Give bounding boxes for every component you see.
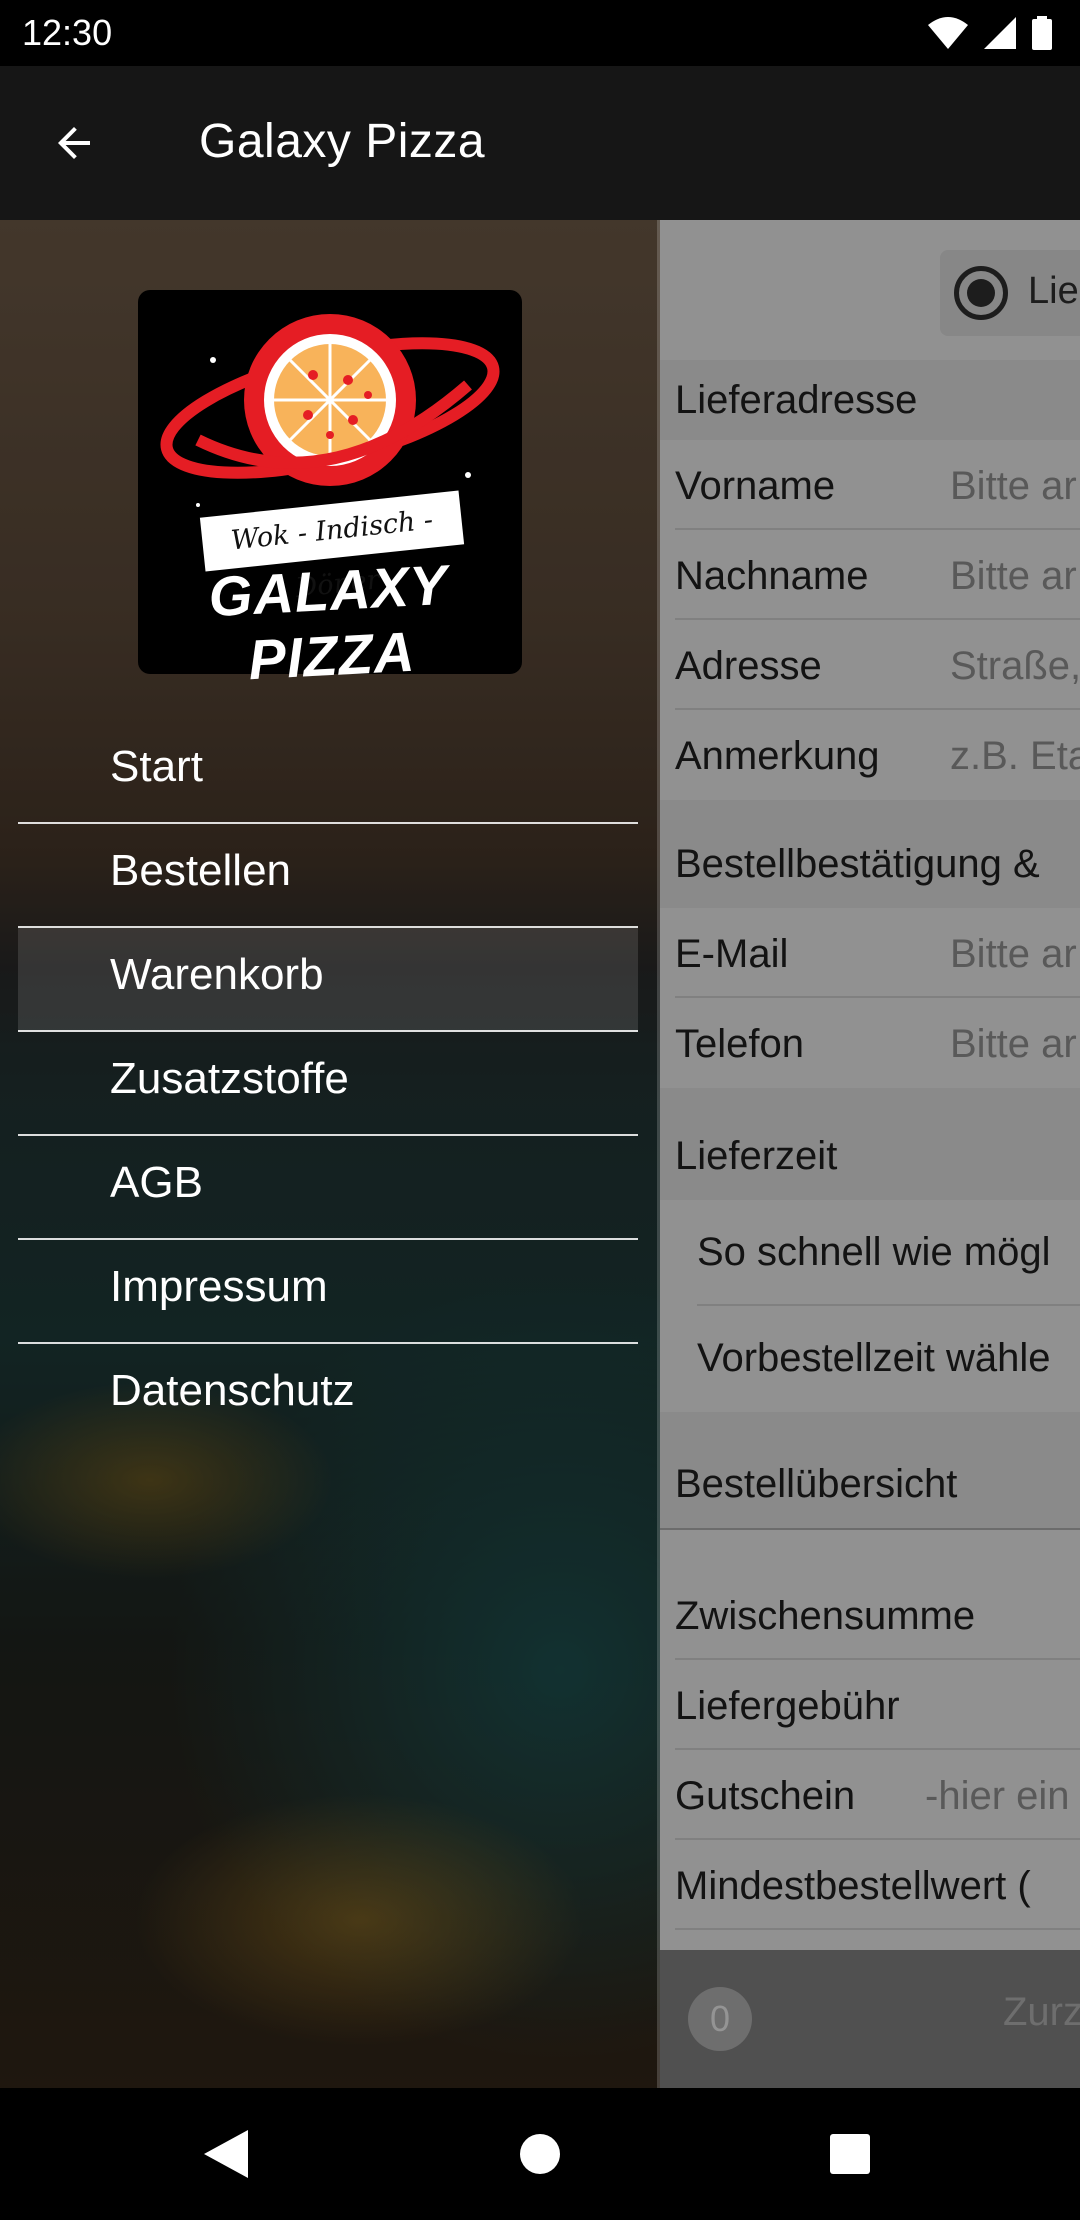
galaxy-pizza-logo: Wok - Indisch - Döner GALAXY PIZZA: [138, 290, 522, 691]
battery-icon: [1032, 16, 1052, 50]
nav-back-button[interactable]: [196, 2124, 256, 2184]
recents-square-icon: [830, 2134, 870, 2174]
arrow-back-icon: [58, 127, 90, 159]
drawer-menu: Start Bestellen Warenkorb Zusatzstoffe A…: [18, 720, 638, 1448]
drawer-scrim[interactable]: [660, 220, 1080, 2088]
menu-item-warenkorb[interactable]: Warenkorb: [18, 928, 638, 1032]
navigation-drawer: Wok - Indisch - Döner GALAXY PIZZA Start…: [0, 220, 660, 2088]
back-triangle-icon: [204, 2130, 248, 2178]
menu-item-agb[interactable]: AGB: [18, 1136, 638, 1240]
menu-item-start[interactable]: Start: [18, 720, 638, 824]
system-navigation-bar: [0, 2088, 1080, 2220]
signal-icon: [984, 17, 1016, 49]
wifi-icon: [928, 17, 968, 49]
menu-item-zusatzstoffe[interactable]: Zusatzstoffe: [18, 1032, 638, 1136]
menu-item-datenschutz[interactable]: Datenschutz: [18, 1344, 638, 1448]
drawer-edge: [657, 220, 660, 2088]
nav-home-button[interactable]: [510, 2124, 570, 2184]
nav-recents-button[interactable]: [820, 2124, 880, 2184]
home-circle-icon: [520, 2134, 560, 2174]
app-title: Galaxy Pizza: [199, 115, 486, 168]
menu-item-bestellen[interactable]: Bestellen: [18, 824, 638, 928]
status-bar: 12:30: [0, 0, 1080, 66]
back-button[interactable]: [44, 113, 104, 173]
app-bar: Galaxy Pizza: [0, 66, 1080, 220]
menu-item-impressum[interactable]: Impressum: [18, 1240, 638, 1344]
status-time: 12:30: [22, 12, 113, 53]
logo-name: GALAXY PIZZA: [207, 552, 450, 692]
